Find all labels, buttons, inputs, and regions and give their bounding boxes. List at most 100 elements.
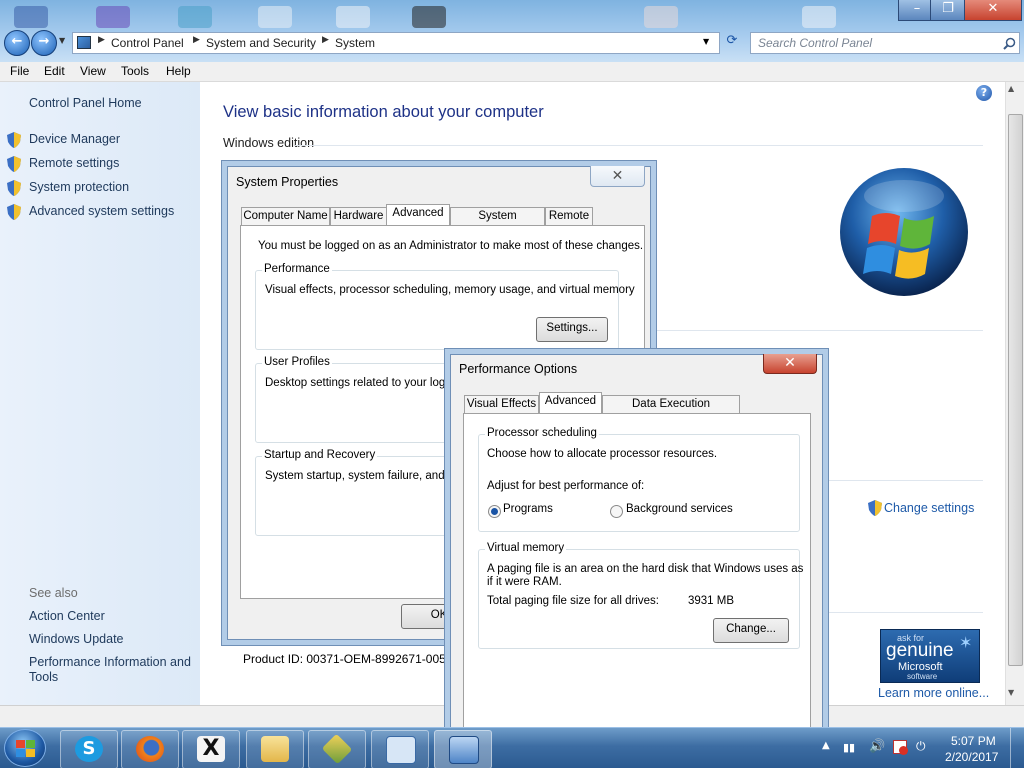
virtual-memory-desc-1: A paging file is an area on the hard dis… — [487, 563, 804, 575]
tab-visual-effects[interactable]: Visual Effects — [464, 395, 539, 414]
alert-icon — [899, 746, 908, 755]
taskbar-remote-app[interactable] — [371, 730, 429, 769]
show-hidden-icons[interactable]: ▲ — [822, 740, 830, 751]
change-settings-link[interactable]: Change settings — [884, 501, 974, 515]
folder-icon — [261, 736, 289, 762]
volume-icon[interactable]: 🔊 — [869, 739, 885, 754]
device-manager-link[interactable]: Device Manager — [29, 132, 120, 146]
x-app-icon: X — [197, 736, 225, 762]
taskbar-firefox[interactable] — [121, 730, 179, 769]
clock-date[interactable]: 2/20/2017 — [945, 750, 998, 764]
refresh-icon[interactable]: ⟳ — [722, 33, 742, 53]
address-row: ← → ▼ ▶ Control Panel ▶ System and Secur… — [0, 28, 1024, 58]
taskbar-shield-app[interactable] — [308, 730, 366, 769]
performance-desc: Visual effects, processor scheduling, me… — [265, 284, 635, 296]
virtual-memory-group: Virtual memory A paging file is an area … — [478, 542, 804, 649]
taskbar-explorer[interactable] — [246, 730, 304, 769]
genuine-badge-line2: genuine — [886, 640, 954, 661]
chevron-right-icon: ▶ — [322, 35, 329, 45]
tab-data-execution-prevention[interactable]: Data Execution Prevention — [602, 395, 740, 427]
processor-scheduling-label: Processor scheduling — [485, 427, 599, 439]
breadcrumb-system-security[interactable]: System and Security — [206, 36, 316, 50]
performance-group: Performance Visual effects, processor sc… — [255, 263, 635, 350]
desktop-icon — [412, 6, 446, 28]
search-icon[interactable] — [1003, 37, 1016, 50]
scroll-up-icon[interactable]: ▲ — [1008, 84, 1014, 93]
adjust-label: Adjust for best performance of: — [487, 480, 645, 492]
scroll-down-icon[interactable]: ▼ — [1008, 688, 1014, 697]
divider — [295, 145, 983, 146]
scrollbar-thumb[interactable] — [1008, 114, 1023, 666]
forward-button[interactable]: → — [31, 30, 57, 56]
virtual-memory-desc-2: if it were RAM. — [487, 576, 562, 588]
close-button[interactable]: ✕ — [964, 0, 1022, 21]
change-virtual-memory-button[interactable]: Change... — [713, 618, 789, 643]
desktop-icon — [258, 6, 292, 28]
virtual-memory-label: Virtual memory — [485, 542, 567, 554]
vertical-scrollbar[interactable]: ▲ ▼ — [1005, 82, 1024, 705]
performance-info-link[interactable]: Performance Information and Tools — [29, 655, 194, 685]
help-icon[interactable]: ? — [976, 85, 992, 101]
desktop-icon — [178, 6, 212, 28]
control-panel-home-link[interactable]: Control Panel Home — [29, 96, 142, 110]
menu-tools[interactable]: Tools — [121, 64, 149, 78]
address-bar[interactable]: ▶ Control Panel ▶ System and Security ▶ … — [72, 32, 720, 54]
desktop-icon — [644, 6, 678, 28]
show-desktop-button[interactable] — [1010, 728, 1024, 768]
recent-pages-icon[interactable]: ▼ — [59, 36, 65, 45]
close-button[interactable]: ✕ — [590, 166, 645, 187]
shield-icon — [7, 204, 21, 220]
action-center-icon[interactable] — [893, 740, 908, 755]
taskbar-control-panel[interactable] — [434, 730, 492, 769]
clock-time[interactable]: 5:07 PM — [951, 734, 996, 748]
close-button[interactable]: ✕ — [763, 354, 817, 374]
programs-radio-label[interactable]: Programs — [503, 503, 553, 515]
menu-view[interactable]: View — [80, 64, 106, 78]
background-services-radio-label[interactable]: Background services — [626, 503, 733, 515]
breadcrumb-system[interactable]: System — [335, 36, 375, 50]
windows-edition-label: Windows edition — [223, 136, 315, 150]
tab-computer-name[interactable]: Computer Name — [241, 207, 330, 226]
menu-help[interactable]: Help — [166, 64, 191, 78]
advanced-system-settings-link[interactable]: Advanced system settings — [29, 204, 174, 218]
breadcrumb-control-panel[interactable]: Control Panel — [111, 36, 184, 50]
maximize-button[interactable]: ❐ — [930, 0, 966, 21]
windows-update-link[interactable]: Windows Update — [29, 632, 124, 646]
admin-note: You must be logged on as an Administrato… — [258, 240, 644, 252]
window-titlebar: – ❐ ✕ ← → ▼ ▶ Control Panel ▶ System and… — [0, 0, 1024, 62]
power-icon[interactable]: ⏻ — [916, 739, 926, 754]
system-window-icon — [449, 736, 479, 764]
performance-settings-button[interactable]: Settings... — [536, 317, 608, 342]
tab-advanced[interactable]: Advanced — [386, 204, 450, 226]
tab-hardware[interactable]: Hardware — [330, 207, 387, 226]
learn-more-link[interactable]: Learn more online... — [878, 686, 989, 700]
remote-settings-link[interactable]: Remote settings — [29, 156, 119, 170]
menu-edit[interactable]: Edit — [44, 64, 65, 78]
tab-remote[interactable]: Remote — [545, 207, 593, 226]
desktop-icon — [336, 6, 370, 28]
tab-advanced[interactable]: Advanced — [539, 392, 602, 414]
product-id: Product ID: 00371-OEM-8992671-00524 — [243, 652, 450, 666]
chevron-down-icon[interactable]: ▼ — [703, 37, 709, 46]
system-protection-link[interactable]: System protection — [29, 180, 129, 194]
menu-file[interactable]: File — [10, 64, 29, 78]
control-panel-icon — [77, 36, 91, 49]
background-services-radio[interactable] — [610, 505, 623, 518]
network-icon[interactable]: ▮▮ — [843, 741, 859, 754]
user-profiles-desc: Desktop settings related to your logon — [265, 377, 459, 389]
start-button[interactable] — [4, 729, 46, 767]
performance-label: Performance — [262, 263, 332, 275]
search-field[interactable]: Search Control Panel — [750, 32, 1020, 54]
scheduling-desc: Choose how to allocate processor resourc… — [487, 448, 718, 460]
menu-bar: File Edit View Tools Help — [0, 62, 1024, 82]
shield-icon — [7, 132, 21, 148]
back-button[interactable]: ← — [4, 30, 30, 56]
genuine-badge-line4: software — [907, 672, 938, 681]
genuine-microsoft-badge[interactable]: ask for genuine Microsoft software ✶ — [880, 629, 980, 683]
tab-system-protection[interactable]: System Protection — [450, 207, 545, 239]
action-center-link[interactable]: Action Center — [29, 609, 105, 623]
taskbar-skype[interactable]: S — [60, 730, 118, 769]
taskbar-app-x[interactable]: X — [182, 730, 240, 769]
programs-radio[interactable] — [488, 505, 501, 518]
chevron-right-icon: ▶ — [98, 35, 105, 45]
